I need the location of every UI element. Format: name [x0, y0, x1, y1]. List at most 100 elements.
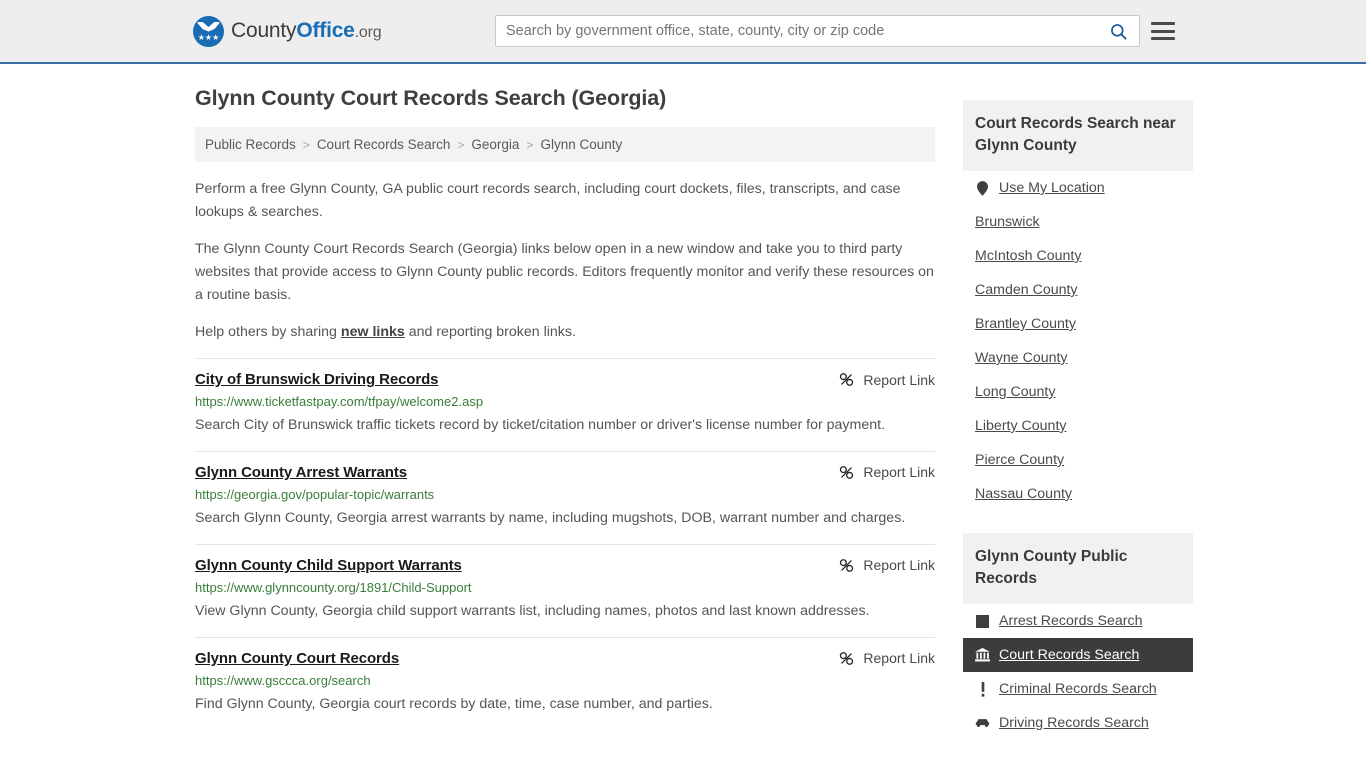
- sidebar-item-label: Nassau County: [975, 486, 1072, 502]
- logo-text-tld: .org: [354, 24, 382, 41]
- sidebar-item-label: Criminal Records Search: [999, 681, 1157, 697]
- list-item: Court Records Search: [963, 638, 1193, 672]
- sidebar-item-label: Wayne County: [975, 350, 1068, 366]
- logo-stars: ★★★: [197, 32, 220, 42]
- new-links-link[interactable]: new links: [341, 324, 405, 340]
- report-link-label: Report Link: [863, 650, 935, 667]
- report-link-button[interactable]: Report Link: [824, 650, 935, 667]
- sidebar-item-camden-county[interactable]: Camden County: [963, 273, 1193, 307]
- site-logo[interactable]: ★★★ CountyOffice.org: [193, 15, 382, 47]
- intro-paragraph-2: The Glynn County Court Records Search (G…: [195, 241, 934, 303]
- car-icon: [975, 716, 990, 731]
- page-body: Glynn County Court Records Search (Georg…: [0, 64, 1366, 740]
- breadcrumb-item-court-records-search[interactable]: Court Records Search: [317, 137, 451, 152]
- sidebar-public-records-list: Arrest Records Search Court Records Sear…: [963, 604, 1193, 740]
- sidebar-item-brunswick[interactable]: Brunswick: [963, 205, 1193, 239]
- sidebar-item-arrest-records-search[interactable]: Arrest Records Search: [963, 604, 1193, 638]
- sidebar-item-label: McIntosh County: [975, 248, 1082, 264]
- result-title-link[interactable]: Glynn County Court Records: [195, 650, 399, 667]
- sidebar-item-court-records-search[interactable]: Court Records Search: [963, 638, 1193, 672]
- sidebar-item-nassau-county[interactable]: Nassau County: [963, 477, 1193, 511]
- sidebar-item-label: Brantley County: [975, 316, 1076, 332]
- breadcrumb-separator-icon: >: [457, 137, 465, 152]
- result-url: https://www.glynncounty.org/1891/Child-S…: [195, 579, 472, 595]
- search-button[interactable]: [1097, 16, 1139, 46]
- sidebar-item-use-my-location[interactable]: Use My Location: [963, 171, 1193, 205]
- sidebar-item-long-county[interactable]: Long County: [963, 375, 1193, 409]
- sidebar-item-brantley-county[interactable]: Brantley County: [963, 307, 1193, 341]
- broken-link-icon: [840, 466, 854, 479]
- result-header: Glynn County Court Records Report Link: [195, 650, 935, 667]
- sidebar-nearby-list: Use My Location Brunswick McIntosh Count…: [963, 171, 1193, 511]
- report-link-button[interactable]: Report Link: [824, 371, 935, 388]
- list-item: Use My Location: [963, 171, 1193, 205]
- result-header: Glynn County Arrest Warrants Report Link: [195, 464, 935, 481]
- search-input[interactable]: [496, 16, 1097, 46]
- result-description: Search City of Brunswick traffic tickets…: [195, 416, 886, 433]
- list-item: Arrest Records Search: [963, 604, 1193, 638]
- list-item: Brunswick: [963, 205, 1193, 239]
- list-item: Brantley County: [963, 307, 1193, 341]
- report-link-button[interactable]: Report Link: [824, 464, 935, 481]
- hamburger-menu-icon[interactable]: [1151, 22, 1175, 40]
- result-title-link[interactable]: City of Brunswick Driving Records: [195, 371, 439, 388]
- search-bar[interactable]: [495, 15, 1140, 47]
- breadcrumb-separator-icon: >: [302, 137, 310, 152]
- breadcrumb-item-georgia[interactable]: Georgia: [471, 137, 519, 152]
- sidebar-item-label: Court Records Search: [999, 647, 1140, 663]
- sidebar-item-label: Use My Location: [999, 180, 1105, 196]
- sidebar-item-wayne-county[interactable]: Wayne County: [963, 341, 1193, 375]
- sidebar-item-driving-records-search[interactable]: Driving Records Search: [963, 706, 1193, 740]
- result-url: https://www.gsccca.org/search: [195, 672, 371, 688]
- result-title-link[interactable]: Glynn County Child Support Warrants: [195, 557, 462, 574]
- result-url: https://www.ticketfastpay.com/tfpay/welc…: [195, 394, 484, 409]
- result-header: City of Brunswick Driving Records Report…: [195, 371, 935, 388]
- sidebar-item-label: Liberty County: [975, 418, 1067, 434]
- intro-text: Perform a free Glynn County, GA public c…: [195, 178, 935, 344]
- list-item: Nassau County: [963, 477, 1193, 511]
- sidebar-item-criminal-records-search[interactable]: Criminal Records Search: [963, 672, 1193, 706]
- sidebar-item-pierce-county[interactable]: Pierce County: [963, 443, 1193, 477]
- result-item: Glynn County Arrest Warrants Report Link…: [195, 450, 935, 544]
- bank-icon: [975, 648, 990, 663]
- logo-text-office: Office: [296, 19, 355, 42]
- report-link-label: Report Link: [863, 464, 935, 481]
- broken-link-icon: [840, 373, 854, 386]
- square-icon: [975, 614, 990, 629]
- intro-p3-before: Help others by sharing: [195, 324, 341, 340]
- list-item: Pierce County: [963, 443, 1193, 477]
- result-description: View Glynn County, Georgia child support…: [195, 602, 870, 619]
- breadcrumb: Public Records > Court Records Search > …: [195, 127, 935, 162]
- sidebar-item-liberty-county[interactable]: Liberty County: [963, 409, 1193, 443]
- sidebar-item-label: Arrest Records Search: [999, 613, 1143, 629]
- page-title: Glynn County Court Records Search (Georg…: [195, 86, 667, 110]
- site-logo-text: CountyOffice.org: [231, 19, 382, 43]
- breadcrumb-separator-icon: >: [526, 137, 534, 152]
- list-item: Camden County: [963, 273, 1193, 307]
- result-item: Glynn County Court Records Report Link h…: [195, 636, 935, 730]
- report-link-label: Report Link: [863, 557, 935, 574]
- list-item: Driving Records Search: [963, 706, 1193, 740]
- list-item: Criminal Records Search: [963, 672, 1193, 706]
- site-header: ★★★ CountyOffice.org: [0, 0, 1366, 64]
- list-item: Long County: [963, 375, 1193, 409]
- result-title-link[interactable]: Glynn County Arrest Warrants: [195, 464, 407, 481]
- sidebar: Court Records Search near Glynn County U…: [963, 64, 1193, 740]
- sidebar-public-records-heading: Glynn County Public Records: [963, 533, 1193, 604]
- sidebar-item-label: Pierce County: [975, 452, 1065, 468]
- breadcrumb-item-glynn-county[interactable]: Glynn County: [540, 137, 622, 152]
- sidebar-item-label: Driving Records Search: [999, 715, 1149, 731]
- logo-text-county: County: [231, 19, 297, 42]
- result-item: City of Brunswick Driving Records Report…: [195, 358, 935, 451]
- location-pin-icon: [975, 180, 990, 196]
- sidebar-item-mcintosh-county[interactable]: McIntosh County: [963, 239, 1193, 273]
- intro-paragraph-3: Help others by sharing new links and rep…: [195, 321, 935, 344]
- sidebar-item-label: Brunswick: [975, 214, 1040, 230]
- report-link-button[interactable]: Report Link: [824, 557, 935, 574]
- sidebar-item-label: Long County: [975, 384, 1056, 400]
- breadcrumb-item-public-records[interactable]: Public Records: [205, 137, 296, 152]
- result-description: Find Glynn County, Georgia court records…: [195, 695, 713, 712]
- result-item: Glynn County Child Support Warrants Repo…: [195, 543, 935, 637]
- intro-paragraph-1: Perform a free Glynn County, GA public c…: [195, 181, 901, 220]
- list-item: McIntosh County: [963, 239, 1193, 273]
